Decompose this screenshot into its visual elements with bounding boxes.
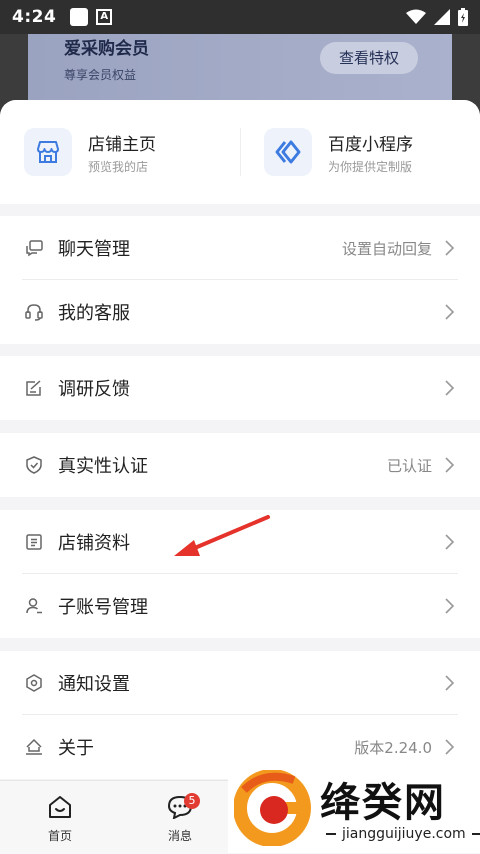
chevron-right-icon — [445, 675, 455, 691]
chat-bubble-icon — [26, 240, 43, 257]
quick-entry-card: 店铺主页 预览我的店 百度小程序 为你提供定制版 — [0, 100, 480, 204]
authenticity-row[interactable]: 真实性认证 已认证 — [0, 433, 480, 497]
user-icon — [26, 598, 42, 614]
feedback-label: 调研反馈 — [58, 379, 130, 400]
chat-management-label: 聊天管理 — [58, 239, 130, 260]
watermark-logo-icon — [234, 770, 311, 846]
mini-program-subtitle: 为你提供定制版 — [328, 160, 413, 174]
member-banner[interactable]: 爱采购会员 尊享会员权益 查看特权 — [28, 34, 452, 100]
chevron-right-icon — [445, 304, 455, 320]
view-privileges-button[interactable]: 查看特权 — [320, 42, 418, 74]
home-icon — [49, 796, 71, 818]
watermark-title: 绛癸网 — [320, 780, 446, 826]
message-badge: 5 — [184, 793, 200, 809]
authenticity-label: 真实性认证 — [58, 456, 148, 477]
chevron-right-icon — [445, 534, 455, 550]
divider — [240, 128, 241, 176]
annotation-arrow — [174, 515, 270, 556]
feedback-row[interactable]: 调研反馈 — [0, 356, 480, 420]
sub-account-row[interactable]: 子账号管理 — [0, 574, 480, 638]
edit-note-icon — [26, 380, 41, 396]
info-home-icon — [26, 738, 42, 755]
notification-icon — [70, 8, 89, 26]
menu-group-chat: 聊天管理 设置自动回复 我的客服 — [0, 216, 480, 344]
sub-account-label: 子账号管理 — [58, 597, 148, 618]
tab-messages[interactable]: 5 消息 — [150, 793, 210, 844]
tab-home[interactable]: 首页 — [30, 795, 90, 844]
store-homepage-subtitle: 预览我的店 — [88, 160, 149, 174]
chevron-right-icon — [445, 380, 455, 396]
notification-settings-label: 通知设置 — [58, 674, 130, 695]
mini-program-title: 百度小程序 — [328, 135, 413, 155]
customer-service-label: 我的客服 — [58, 303, 130, 324]
shield-check-icon — [26, 456, 42, 474]
chevron-right-icon — [445, 457, 455, 473]
member-title: 爱采购会员 — [64, 39, 149, 59]
wifi-icon — [406, 9, 426, 24]
chevron-right-icon — [445, 240, 455, 256]
menu-group-settings: 通知设置 关于 版本2.24.0 — [0, 651, 480, 779]
signal-icon — [434, 9, 450, 25]
watermark-url: jiangguijiuye.com — [320, 826, 480, 842]
chat-management-row[interactable]: 聊天管理 设置自动回复 — [0, 216, 480, 280]
about-version: 版本2.24.0 — [354, 739, 432, 757]
status-time: 4:24 — [12, 7, 57, 27]
tab-messages-label: 消息 — [167, 829, 192, 843]
about-label: 关于 — [58, 738, 94, 759]
headset-icon — [25, 304, 43, 321]
notification-settings-row[interactable]: 通知设置 — [0, 651, 480, 715]
document-icon — [26, 534, 42, 550]
status-bar: 4:24 A — [0, 0, 480, 34]
storefront-icon — [24, 128, 72, 176]
chevron-right-icon — [445, 739, 455, 755]
watermark: 绛癸网 jiangguijiuye.com — [228, 764, 480, 853]
authenticity-value: 已认证 — [386, 457, 432, 475]
tab-home-label: 首页 — [47, 829, 72, 843]
store-info-label: 店铺资料 — [58, 533, 130, 554]
chat-management-value: 设置自动回复 — [341, 240, 432, 258]
settings-hex-icon — [26, 674, 42, 692]
customer-service-row[interactable]: 我的客服 — [0, 280, 480, 344]
chevron-right-icon — [445, 598, 455, 614]
app-notification-icon: A — [96, 9, 113, 25]
menu-sheet: 店铺主页 预览我的店 百度小程序 为你提供定制版 聊天管理 设置自动回复 我的客… — [0, 100, 480, 780]
mini-program-icon — [264, 128, 312, 176]
member-subtitle: 尊享会员权益 — [64, 68, 137, 82]
store-homepage-title: 店铺主页 — [88, 135, 156, 155]
battery-icon — [458, 8, 468, 26]
menu-group-feedback: 调研反馈 — [0, 356, 480, 420]
menu-group-auth: 真实性认证 已认证 — [0, 433, 480, 497]
